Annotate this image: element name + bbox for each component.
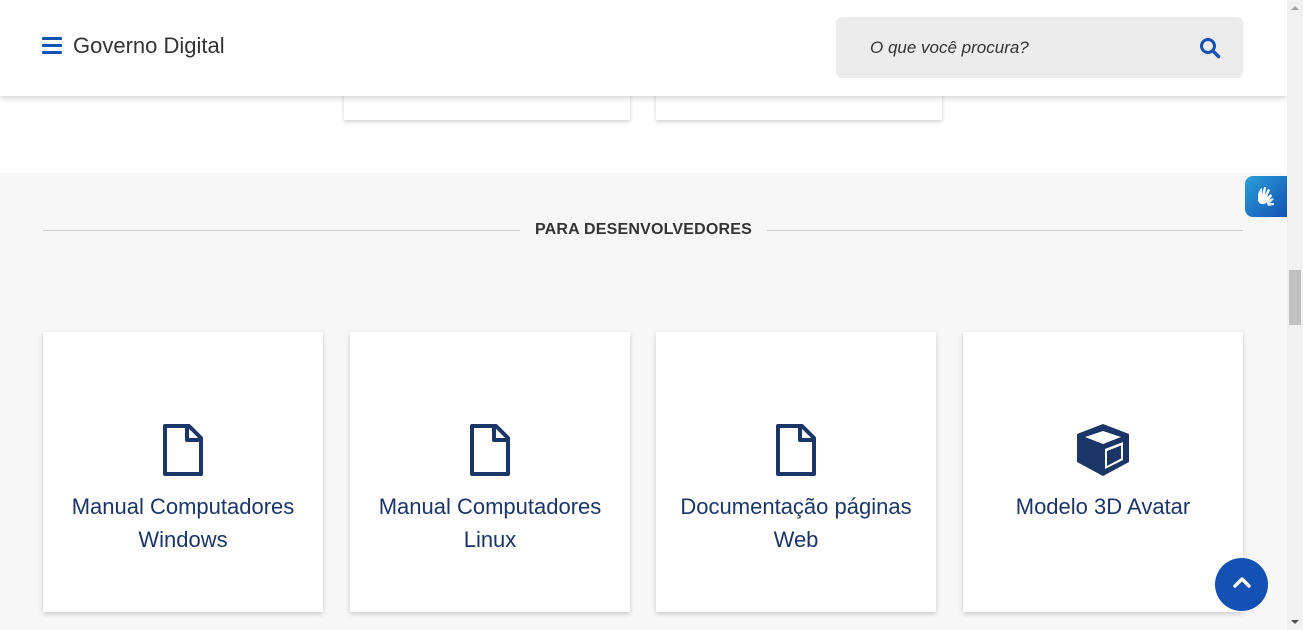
card-manual-linux[interactable]: Manual Computadores Linux <box>350 332 630 612</box>
file-icon <box>43 422 323 478</box>
vertical-scrollbar[interactable] <box>1287 0 1303 630</box>
card-label: Manual Computadores Windows <box>71 494 295 552</box>
page: Governo Digital PARA DESENVOLVEDORES <box>0 0 1287 630</box>
search-box <box>836 17 1243 78</box>
back-to-top-button[interactable] <box>1215 558 1268 611</box>
card-web-docs[interactable]: Documentação páginas Web <box>656 332 936 612</box>
search-input[interactable] <box>870 35 1190 61</box>
card-label: Modelo 3D Avatar <box>1015 494 1191 519</box>
scrollbar-thumb[interactable] <box>1289 270 1301 325</box>
cube-icon <box>963 422 1243 478</box>
card-label: Documentação páginas Web <box>680 494 912 552</box>
file-icon <box>350 422 630 478</box>
card-manual-windows[interactable]: Manual Computadores Windows <box>43 332 323 612</box>
section-title: PARA DESENVOLVEDORES <box>0 221 1287 239</box>
scroll-down-arrow-icon[interactable] <box>1287 614 1303 630</box>
file-icon <box>656 422 936 478</box>
sign-language-hands-icon[interactable] <box>1245 176 1287 217</box>
developers-section: PARA DESENVOLVEDORES Manual Computadores… <box>0 173 1287 630</box>
site-header: Governo Digital <box>0 0 1287 96</box>
card-3d-avatar[interactable]: Modelo 3D Avatar <box>963 332 1243 612</box>
search-icon[interactable] <box>1198 36 1222 60</box>
section-title-text: PARA DESENVOLVEDORES <box>522 221 765 238</box>
scroll-up-arrow-icon[interactable] <box>1287 0 1303 16</box>
card-label: Manual Computadores Linux <box>378 494 602 552</box>
site-title[interactable]: Governo Digital <box>73 33 225 59</box>
chevron-up-icon <box>1231 571 1253 598</box>
hamburger-icon[interactable] <box>42 36 64 56</box>
